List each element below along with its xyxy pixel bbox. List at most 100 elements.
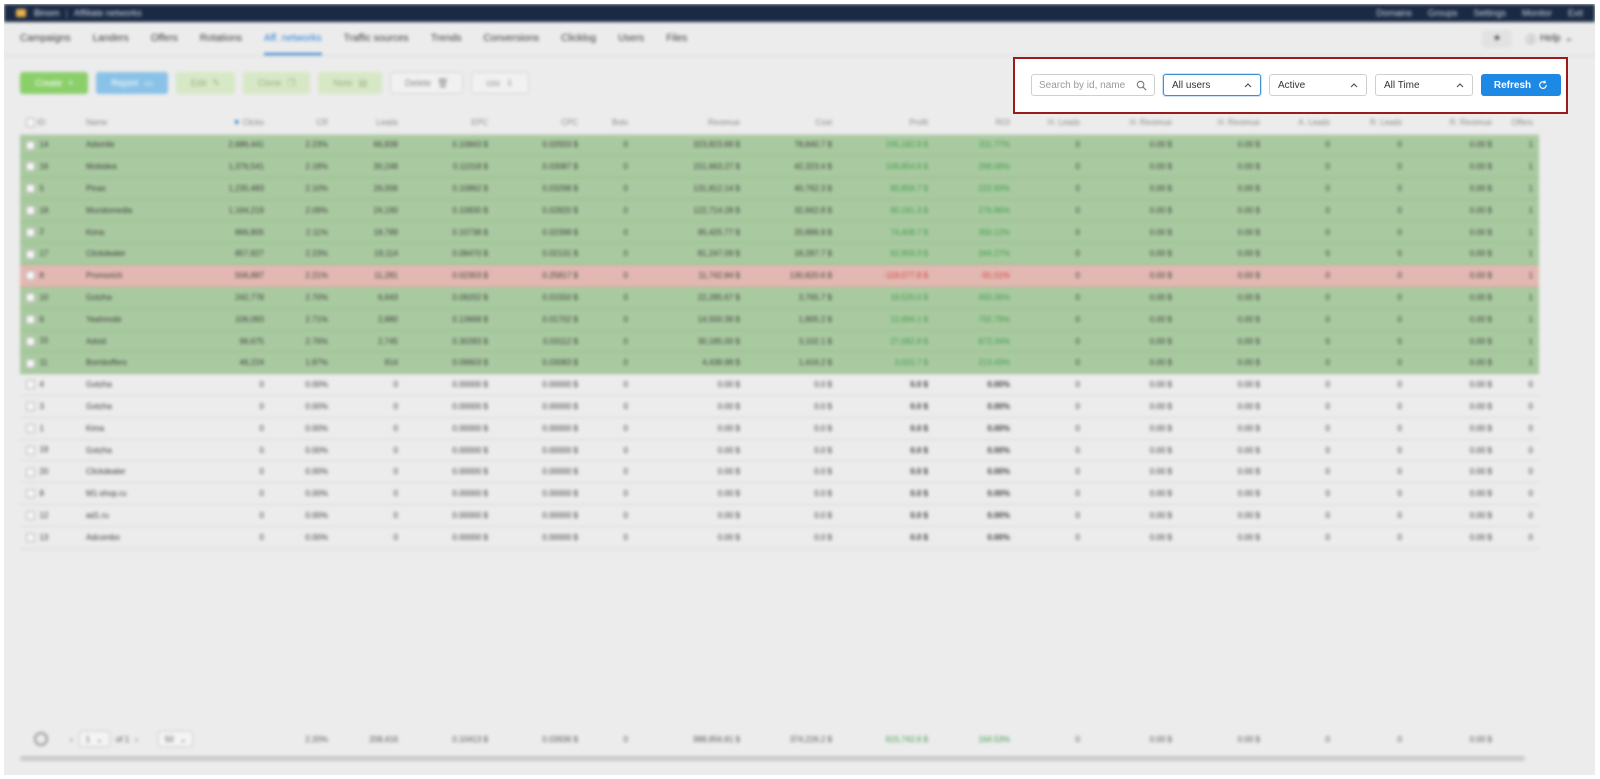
cell-name[interactable]: Gotzha: [80, 395, 190, 418]
cell-name[interactable]: Mobidea: [80, 155, 190, 179]
column-header-offers[interactable]: Offers: [1498, 112, 1539, 135]
status-select[interactable]: Active: [1269, 74, 1367, 96]
column-header-roi[interactable]: ROI: [934, 112, 1016, 135]
column-header-h-leads[interactable]: H. Leads: [1016, 112, 1086, 135]
column-header-name[interactable]: Name: [80, 112, 190, 135]
row-checkbox[interactable]: [26, 162, 35, 172]
tab-conversions[interactable]: Conversions: [483, 33, 539, 44]
cell-name[interactable]: Clickdealer: [80, 242, 190, 266]
row-checkbox[interactable]: [26, 227, 35, 237]
table-row[interactable]: 4 Gotzha 0 0.00% 0 0.00000 $0.00000 $0 0.00 $0…: [20, 373, 1539, 397]
cell-name[interactable]: Adcombo: [80, 526, 190, 549]
horizontal-scrollbar[interactable]: [20, 756, 1525, 761]
column-header-cr[interactable]: CR: [270, 112, 334, 135]
table-row[interactable]: 19 Gotzha 0 0.00% 0 0.00000 $0.00000 $0 0.00 $…: [20, 439, 1539, 462]
table-row[interactable]: 8 Promorich 506,887 2.21% 11,281 0.02303 $0.2…: [20, 264, 1539, 288]
cell-name[interactable]: Kima: [80, 221, 190, 244]
row-checkbox[interactable]: [26, 402, 35, 412]
column-header-cpc[interactable]: CPC: [494, 112, 584, 135]
row-checkbox[interactable]: [26, 380, 35, 390]
cell-name[interactable]: Advid: [80, 330, 190, 353]
cell-name[interactable]: Clickdealer: [80, 460, 190, 484]
column-header-revenue[interactable]: Revenue: [634, 112, 746, 135]
cell-name[interactable]: Adsmile: [80, 134, 190, 157]
cell-name[interactable]: Gotzha: [80, 286, 190, 309]
tab-aff-networks[interactable]: Aff. networks: [264, 33, 322, 55]
column-header-clicks[interactable]: ▼ Clicks: [190, 112, 270, 135]
row-checkbox[interactable]: [26, 271, 35, 281]
row-checkbox[interactable]: [26, 358, 35, 368]
row-checkbox[interactable]: [26, 511, 35, 521]
cell-name[interactable]: Gotzha: [80, 439, 190, 462]
column-header-r-leads[interactable]: R. Leads: [1336, 112, 1408, 135]
row-checkbox[interactable]: [26, 445, 35, 455]
row-checkbox[interactable]: [26, 489, 35, 499]
row-checkbox[interactable]: [26, 423, 35, 433]
row-checkbox[interactable]: [26, 314, 35, 324]
help-menu[interactable]: ⓘ Help ⌄: [1526, 31, 1573, 46]
top-link-domains[interactable]: Domains: [1376, 8, 1412, 18]
column-header-cost[interactable]: Cost: [746, 112, 838, 135]
row-checkbox[interactable]: [26, 140, 35, 150]
top-link-exit[interactable]: Exit: [1568, 8, 1583, 18]
column-header-id[interactable]: ID: [37, 118, 45, 127]
table-row[interactable]: 6 Yeahmobi 106,083 2.71% 2,880 0.13668 $0.017…: [20, 308, 1539, 331]
cell-name[interactable]: Yeahmobi: [80, 308, 190, 331]
cell-name[interactable]: Promorich: [80, 264, 190, 288]
table-row[interactable]: 20 Clickdealer 0 0.00% 0 0.00000 $0.00000 $0 0…: [20, 460, 1539, 484]
tab-trends[interactable]: Trends: [431, 33, 462, 44]
row-checkbox[interactable]: [26, 249, 35, 259]
row-checkbox[interactable]: [26, 336, 35, 346]
table-row[interactable]: 1 Kima 0 0.00% 0 0.00000 $0.00000 $0 0.00 $0.0…: [20, 417, 1539, 440]
delete-button[interactable]: Delete 🗑: [390, 72, 464, 94]
column-header-a-leads[interactable]: A. Leads: [1266, 112, 1336, 135]
table-row[interactable]: 10 Gotzha 242,778 2.70% 6,643 0.09202 $0.0155…: [20, 286, 1539, 309]
cell-name[interactable]: Kima: [80, 417, 190, 440]
column-header-r-revenue[interactable]: R. Revenue: [1408, 112, 1498, 135]
cell-name[interactable]: ad1.ru: [80, 504, 190, 527]
cell-name[interactable]: Bomboffers: [80, 351, 190, 375]
top-link-groups[interactable]: Groups: [1428, 8, 1458, 18]
tab-offers[interactable]: Offers: [151, 33, 178, 44]
table-row[interactable]: 15 Advid 96,675 2.76% 2,745 0.30283 $0.03112 …: [20, 330, 1539, 353]
search-field[interactable]: [1031, 74, 1155, 96]
table-row[interactable]: 13 Adcombo 0 0.00% 0 0.00000 $0.00000 $0 0.00 …: [20, 526, 1539, 549]
row-checkbox[interactable]: [26, 184, 35, 194]
tab-clicklog[interactable]: Clicklog: [561, 33, 596, 44]
row-checkbox[interactable]: [26, 467, 35, 477]
cell-name[interactable]: M1-shop.ru: [80, 482, 190, 506]
column-header-leads[interactable]: Leads: [334, 112, 404, 135]
cell-name[interactable]: Pinax: [80, 177, 190, 200]
cell-name[interactable]: Mundomedia: [80, 199, 190, 222]
row-checkbox[interactable]: [26, 532, 35, 542]
cell-name[interactable]: Gotzha: [80, 373, 190, 397]
csv-export-button[interactable]: csv ⇩: [471, 72, 529, 94]
table-row[interactable]: 18 Mundomedia 1,164,219 2.09% 24,190 0.10830 …: [20, 199, 1539, 222]
top-link-monitor[interactable]: Monitor: [1522, 8, 1552, 18]
table-row[interactable]: 8 M1-shop.ru 0 0.00% 0 0.00000 $0.00000 $0 0.0…: [20, 482, 1539, 506]
clone-button[interactable]: Clone ❐: [242, 72, 311, 94]
tab-users[interactable]: Users: [618, 33, 644, 44]
row-checkbox[interactable]: [26, 205, 35, 215]
select-all-checkbox[interactable]: [26, 118, 35, 128]
column-header-bots[interactable]: Bots: [584, 112, 634, 135]
top-link-settings[interactable]: Settings: [1473, 8, 1506, 18]
search-input[interactable]: [1039, 79, 1136, 91]
table-row[interactable]: 3 Gotzha 0 0.00% 0 0.00000 $0.00000 $0 0.00 $0…: [20, 395, 1539, 418]
theme-toggle-button[interactable]: ✷: [1482, 29, 1513, 48]
users-select[interactable]: All users: [1163, 74, 1261, 96]
table-row[interactable]: 2 Kima 866,805 2.11% 18,789 0.10738 $0.02398 …: [20, 221, 1539, 244]
refresh-button[interactable]: Refresh: [1481, 74, 1561, 96]
table-row[interactable]: 16 Mobidea 1,376,541 2.18% 30,248 0.11018 $0.…: [20, 155, 1539, 179]
note-button[interactable]: Note ▤: [318, 72, 382, 94]
report-button[interactable]: Report ▭: [96, 72, 168, 94]
column-header-epc[interactable]: EPC: [404, 112, 494, 135]
table-row[interactable]: 17 Clickdealer 857,827 2.23% 19,114 0.08470 $…: [20, 242, 1539, 266]
table-row[interactable]: 5 Pinax 1,235,483 2.10% 26,006 0.10862 $0.032…: [20, 177, 1539, 200]
row-checkbox[interactable]: [26, 293, 35, 303]
table-row[interactable]: 12 ad1.ru 0 0.00% 0 0.00000 $0.00000 $0 0.00 $…: [20, 504, 1539, 527]
table-row[interactable]: 11 Bomboffers 46,224 1.87% 814 0.09603 $0.030…: [20, 351, 1539, 375]
column-header-h-revenue[interactable]: H. Revenue: [1086, 112, 1178, 135]
tab-traffic-sources[interactable]: Traffic sources: [344, 33, 409, 44]
column-header-h-revenue[interactable]: H. Revenue: [1178, 112, 1266, 135]
